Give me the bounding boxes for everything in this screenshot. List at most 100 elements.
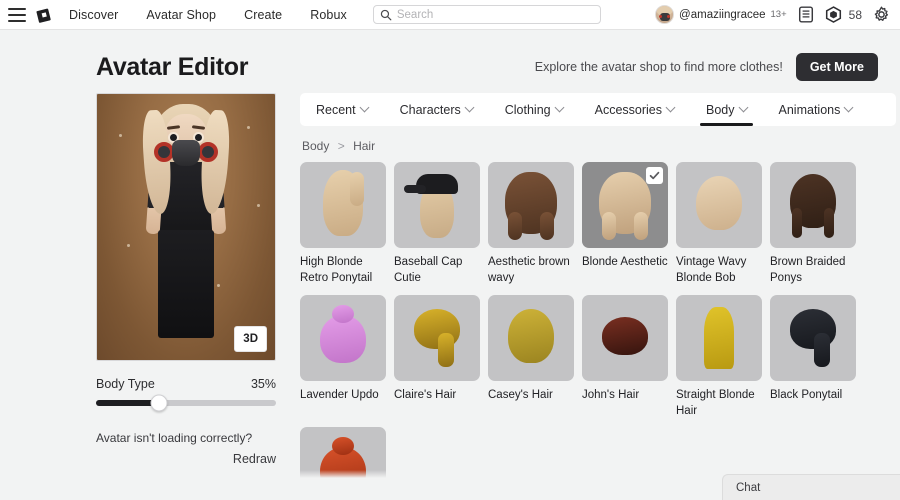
robux-balance: 58 <box>848 7 862 22</box>
nav-link-discover[interactable]: Discover <box>69 8 118 22</box>
chat-bar[interactable]: Chat <box>722 474 900 500</box>
item-label: High Blonde Retro Ponytail <box>300 256 373 285</box>
tab-label: Characters <box>399 102 461 117</box>
chevron-down-icon <box>554 102 565 113</box>
item-card[interactable]: High Blonde Retro Ponytail <box>300 162 386 287</box>
chevron-down-icon <box>738 102 748 113</box>
item-label: Blonde Aesthetic <box>582 256 668 268</box>
body-type-label: Body Type <box>96 377 155 391</box>
item-card[interactable]: Aesthetic brown wavy <box>488 162 574 287</box>
sparkle <box>247 126 250 129</box>
robux-icon[interactable] <box>825 5 842 24</box>
avatar-figure <box>126 100 246 350</box>
item-thumbnail[interactable] <box>770 294 856 381</box>
item-card[interactable]: Lavender Updo <box>300 294 386 420</box>
promo-text: Explore the avatar shop to find more clo… <box>534 60 783 74</box>
item-label: John's Hair <box>582 388 640 401</box>
category-tabs: Recent Characters Clothing Accessories Body A… <box>300 93 896 126</box>
item-card[interactable]: Vintage Wavy Blonde Bob <box>676 162 762 287</box>
chevron-down-icon <box>843 102 854 113</box>
item-card[interactable]: Blonde Aesthetic <box>582 162 668 287</box>
item-label: Claire's Hair <box>394 388 457 401</box>
item-thumbnail[interactable] <box>488 162 574 248</box>
item-thumbnail[interactable] <box>676 162 762 248</box>
chevron-down-icon <box>464 102 475 113</box>
item-card[interactable]: Casey's Hair <box>488 294 574 420</box>
main-content: 3D Body Type 35% Avatar isn't loading co… <box>0 88 900 500</box>
search-box[interactable] <box>372 5 601 24</box>
promo-banner: Explore the avatar shop to find more clo… <box>535 53 878 81</box>
catalog-column: Recent Characters Clothing Accessories Body A… <box>300 93 900 500</box>
item-thumbnail[interactable] <box>676 294 762 381</box>
breadcrumb-root[interactable]: Body <box>302 139 329 153</box>
chat-label: Chat <box>736 481 761 494</box>
tab-animations[interactable]: Animations <box>763 93 869 126</box>
item-thumbnail[interactable] <box>300 294 386 381</box>
item-label: Black Ponytail <box>770 388 843 401</box>
slider-thumb[interactable] <box>150 394 168 412</box>
tab-accessories[interactable]: Accessories <box>579 93 690 126</box>
age-badge: 13+ <box>770 9 787 20</box>
sparkle <box>119 134 122 137</box>
nav-right-cluster: @amaziingracee 13+ 58 <box>655 5 890 24</box>
item-label: Baseball Cap Cutie <box>394 256 463 285</box>
breadcrumb-separator: > <box>337 139 345 153</box>
item-card[interactable]: Claire's Hair <box>394 294 480 420</box>
avatar-preview-column: 3D Body Type 35% Avatar isn't loading co… <box>96 93 276 500</box>
tab-label: Recent <box>316 102 356 117</box>
body-type-slider[interactable] <box>96 394 276 412</box>
item-card[interactable]: Straight Blonde Hair <box>676 294 762 420</box>
roblox-logo-icon[interactable] <box>36 6 53 23</box>
search-input[interactable] <box>396 8 594 21</box>
username-label: @amaziingracee <box>679 8 766 21</box>
page-header: Avatar Editor Explore the avatar shop to… <box>0 30 900 88</box>
gas-mask-icon <box>172 140 200 166</box>
breadcrumb-current: Hair <box>353 139 376 153</box>
user-profile-chip[interactable]: @amaziingracee 13+ <box>655 5 787 24</box>
primary-nav-links: Discover Avatar Shop Create Robux <box>69 8 347 22</box>
nav-link-avatar-shop[interactable]: Avatar Shop <box>146 8 216 22</box>
selected-check-icon <box>646 167 663 184</box>
item-label: Brown Braided Ponys <box>770 256 846 285</box>
item-thumbnail[interactable] <box>394 162 480 248</box>
get-more-button[interactable]: Get More <box>795 53 878 81</box>
item-label: Straight Blonde Hair <box>676 388 755 417</box>
three-d-toggle-button[interactable]: 3D <box>234 326 267 352</box>
item-label: Lavender Updo <box>300 388 379 401</box>
tab-label: Clothing <box>504 102 551 117</box>
breadcrumb: Body > Hair <box>302 139 900 153</box>
item-thumbnail[interactable] <box>488 294 574 381</box>
gas-mask-filter-icon <box>198 142 218 162</box>
item-thumbnail[interactable] <box>300 162 386 248</box>
item-thumbnail[interactable] <box>770 162 856 248</box>
avatar-preview-stage[interactable]: 3D <box>96 93 276 361</box>
gas-mask-filter-icon <box>154 142 174 162</box>
nav-link-create[interactable]: Create <box>244 8 282 22</box>
tab-label: Accessories <box>594 102 663 117</box>
redraw-question: Avatar isn't loading correctly? <box>96 431 253 445</box>
top-navigation-bar: Discover Avatar Shop Create Robux @amazi… <box>0 0 900 30</box>
body-type-slider-block: Body Type 35% <box>96 377 276 412</box>
settings-gear-icon[interactable] <box>873 6 890 23</box>
item-label: Aesthetic brown wavy <box>488 256 570 285</box>
redraw-block: Avatar isn't loading correctly? Redraw <box>96 431 276 466</box>
tab-characters[interactable]: Characters <box>384 93 489 126</box>
item-card[interactable]: Black Ponytail <box>770 294 856 420</box>
item-thumbnail[interactable] <box>582 162 668 248</box>
tab-body[interactable]: Body <box>690 93 763 126</box>
item-thumbnail[interactable] <box>582 294 668 381</box>
nav-link-robux[interactable]: Robux <box>310 8 347 22</box>
tab-clothing[interactable]: Clothing <box>489 93 579 126</box>
tab-label: Body <box>706 102 735 117</box>
redraw-link[interactable]: Redraw <box>96 452 276 466</box>
item-thumbnail[interactable] <box>394 294 480 381</box>
item-grid: High Blonde Retro Ponytail Baseball Cap C… <box>300 162 900 500</box>
item-card[interactable]: Brown Braided Ponys <box>770 162 856 287</box>
search-icon <box>380 9 392 20</box>
item-label: Vintage Wavy Blonde Bob <box>676 256 747 285</box>
hamburger-menu-icon[interactable] <box>8 7 26 22</box>
tab-recent[interactable]: Recent <box>300 93 384 126</box>
feed-icon[interactable] <box>798 6 814 23</box>
item-card[interactable]: Baseball Cap Cutie <box>394 162 480 287</box>
item-card[interactable]: John's Hair <box>582 294 668 420</box>
